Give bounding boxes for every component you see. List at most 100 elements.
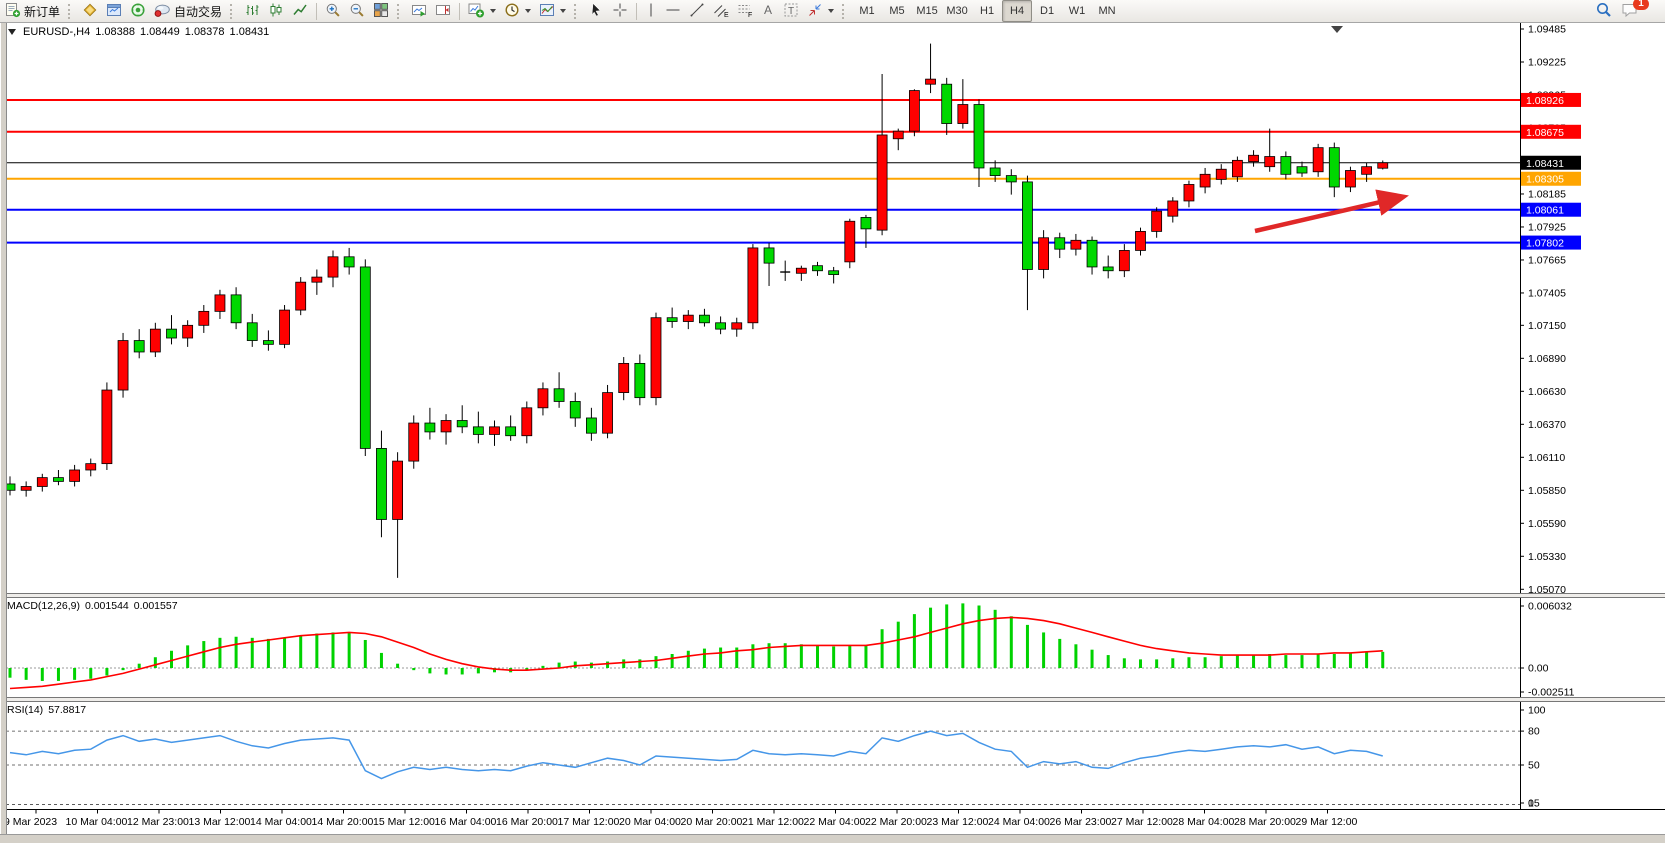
periods-button[interactable] bbox=[500, 0, 535, 22]
trendline-icon bbox=[689, 2, 705, 21]
macd-canvas[interactable]: 0.0060320.00-0.002511 bbox=[0, 598, 1665, 697]
chart-window: 1.094851.092251.089651.087051.084451.081… bbox=[0, 23, 1665, 843]
zoom-in-icon bbox=[325, 2, 341, 21]
tab-timeframe-m5[interactable]: M5 bbox=[882, 0, 912, 22]
svg-text:22 Mar 20:00: 22 Mar 20:00 bbox=[865, 816, 927, 828]
fibonacci-button[interactable]: F bbox=[733, 0, 757, 22]
svg-text:17 Mar 12:00: 17 Mar 12:00 bbox=[558, 816, 620, 828]
rsi-canvas[interactable]: 1008050150 bbox=[0, 702, 1665, 809]
vertical-line-button[interactable] bbox=[641, 0, 661, 22]
market-watch-button[interactable] bbox=[78, 0, 102, 22]
tab-timeframe-w1[interactable]: W1 bbox=[1062, 0, 1092, 22]
candlestick-chart-button[interactable] bbox=[264, 0, 288, 22]
data-window-button[interactable] bbox=[102, 0, 126, 22]
indicators-button[interactable] bbox=[464, 0, 500, 22]
autotrading-button[interactable]: 自动交易 bbox=[150, 0, 226, 22]
periods-clock-icon bbox=[504, 2, 520, 21]
templates-button[interactable] bbox=[535, 0, 570, 22]
svg-text:1.07802: 1.07802 bbox=[1526, 238, 1564, 250]
zoom-in-button[interactable] bbox=[321, 0, 345, 22]
ohlc-close: 1.08431 bbox=[230, 26, 270, 38]
ohlc-low: 1.08378 bbox=[185, 26, 225, 38]
ohlc-high: 1.08449 bbox=[140, 26, 180, 38]
svg-text:24 Mar 04:00: 24 Mar 04:00 bbox=[988, 816, 1050, 828]
zoom-out-button[interactable] bbox=[345, 0, 369, 22]
svg-text:1.08431: 1.08431 bbox=[1526, 158, 1564, 170]
svg-text:1.05590: 1.05590 bbox=[1528, 518, 1566, 530]
macd-label: MACD(12,26,9) 0.001544 0.001557 bbox=[7, 600, 178, 612]
text-label-icon: T bbox=[783, 2, 799, 21]
time-axis[interactable]: 9 Mar 2023 10 Mar 04:0012 Mar 23:0013 Mar… bbox=[0, 809, 1665, 834]
strategy-tester-button[interactable] bbox=[126, 0, 150, 22]
tab-timeframe-m1[interactable]: M1 bbox=[852, 0, 882, 22]
bar-chart-button[interactable] bbox=[240, 0, 264, 22]
window-left-edge bbox=[0, 23, 7, 834]
rsi-value: 57.8817 bbox=[48, 704, 86, 716]
cursor-button[interactable] bbox=[584, 0, 608, 22]
trendline-button[interactable] bbox=[685, 0, 709, 22]
toolbar-handle bbox=[230, 4, 236, 19]
toolbar-separator bbox=[636, 3, 637, 20]
tab-timeframe-h4[interactable]: H4 bbox=[1002, 0, 1032, 22]
indicators-icon bbox=[468, 2, 485, 21]
new-order-button[interactable]: 新订单 bbox=[1, 0, 64, 22]
equidistant-channel-button[interactable]: E bbox=[709, 0, 733, 22]
crosshair-button[interactable] bbox=[608, 0, 632, 22]
svg-text:20 Mar 20:00: 20 Mar 20:00 bbox=[681, 816, 743, 828]
text-tool-icon: A bbox=[761, 2, 775, 21]
auto-scroll-button[interactable] bbox=[407, 0, 431, 22]
toolbar-handle bbox=[842, 4, 848, 19]
svg-text:1.06890: 1.06890 bbox=[1528, 353, 1566, 365]
timeframe-group: M1M5M15M30H1H4D1W1MN bbox=[852, 0, 1122, 22]
svg-text:0.00: 0.00 bbox=[1528, 663, 1549, 675]
macd-panel[interactable]: 0.0060320.00-0.002511 MACD(12,26,9) 0.00… bbox=[0, 598, 1665, 697]
main-chart-canvas[interactable]: 1.094851.092251.089651.087051.084451.081… bbox=[0, 23, 1665, 593]
arrows-tool-icon bbox=[807, 2, 823, 21]
svg-text:9 Mar 2023: 9 Mar 2023 bbox=[4, 816, 57, 828]
auto-scroll-icon bbox=[411, 2, 427, 21]
svg-text:E: E bbox=[724, 12, 729, 18]
text-label-button[interactable]: T bbox=[779, 0, 803, 22]
arrows-tool-button[interactable] bbox=[803, 0, 838, 22]
tab-timeframe-h1[interactable]: H1 bbox=[972, 0, 1002, 22]
macd-name: MACD(12,26,9) bbox=[7, 600, 80, 612]
toolbar-handle bbox=[68, 4, 74, 19]
zoom-out-icon bbox=[349, 2, 365, 21]
horizontal-line-button[interactable] bbox=[661, 0, 685, 22]
ohlc-open: 1.08388 bbox=[95, 26, 135, 38]
search-button[interactable] bbox=[1591, 0, 1617, 22]
svg-text:20 Mar 04:00: 20 Mar 04:00 bbox=[619, 816, 681, 828]
tile-windows-icon bbox=[373, 2, 389, 21]
tab-timeframe-mn[interactable]: MN bbox=[1092, 0, 1122, 22]
svg-text:A: A bbox=[764, 3, 772, 17]
tab-timeframe-m30[interactable]: M30 bbox=[942, 0, 972, 22]
svg-text:27 Mar 12:00: 27 Mar 12:00 bbox=[1111, 816, 1173, 828]
fibonacci-icon: F bbox=[737, 2, 753, 21]
candlestick-chart-icon bbox=[268, 2, 284, 21]
chart-shift-button[interactable] bbox=[431, 0, 455, 22]
toolbar-handle bbox=[574, 4, 580, 19]
svg-text:26 Mar 23:00: 26 Mar 23:00 bbox=[1050, 816, 1112, 828]
notification-badge: 1 bbox=[1633, 0, 1649, 10]
chevron-down-icon bbox=[525, 9, 531, 13]
svg-text:1.08061: 1.08061 bbox=[1526, 205, 1564, 217]
svg-text:1.07150: 1.07150 bbox=[1528, 320, 1566, 332]
svg-text:22 Mar 04:00: 22 Mar 04:00 bbox=[804, 816, 866, 828]
rsi-name: RSI(14) bbox=[7, 704, 43, 716]
svg-text:50: 50 bbox=[1528, 760, 1540, 772]
svg-text:10 Mar 04:00: 10 Mar 04:00 bbox=[66, 816, 128, 828]
tile-windows-button[interactable] bbox=[369, 0, 393, 22]
chevron-down-icon bbox=[490, 9, 496, 13]
chat-button[interactable]: 1 bbox=[1617, 0, 1643, 22]
main-chart-panel[interactable]: 1.094851.092251.089651.087051.084451.081… bbox=[0, 23, 1665, 593]
text-tool-button[interactable]: A bbox=[757, 0, 779, 22]
tab-timeframe-d1[interactable]: D1 bbox=[1032, 0, 1062, 22]
line-chart-button[interactable] bbox=[288, 0, 312, 22]
svg-text:1.08185: 1.08185 bbox=[1528, 188, 1566, 200]
svg-text:12 Mar 23:00: 12 Mar 23:00 bbox=[127, 816, 189, 828]
strategy-tester-icon bbox=[130, 2, 146, 21]
svg-text:100: 100 bbox=[1528, 705, 1546, 717]
tab-timeframe-m15[interactable]: M15 bbox=[912, 0, 942, 22]
rsi-panel[interactable]: 1008050150 RSI(14) 57.8817 bbox=[0, 702, 1665, 809]
svg-text:13 Mar 12:00: 13 Mar 12:00 bbox=[189, 816, 251, 828]
